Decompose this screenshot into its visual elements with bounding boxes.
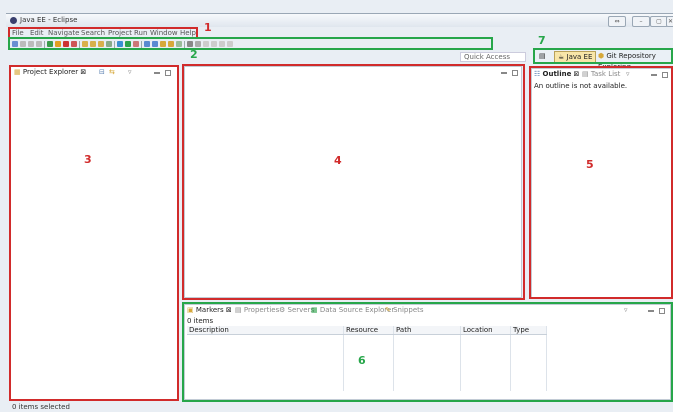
window-title: Java EE - Eclipse (20, 16, 78, 24)
outline-highlight (529, 66, 673, 299)
window-titlebar: Java EE - Eclipse ⇔ – ▢ ✕ (6, 13, 673, 27)
restore-icon[interactable]: ⇔ (608, 16, 626, 27)
annotation-5: 5 (586, 158, 594, 171)
annotation-7: 7 (538, 34, 546, 47)
markers-highlight (182, 302, 673, 402)
annotation-4: 4 (334, 154, 342, 167)
annotation-6: 6 (358, 354, 366, 367)
annotation-1: 1 (204, 21, 212, 34)
toolbar-highlight (8, 37, 493, 50)
status-bar: 0 items selected (6, 402, 673, 412)
eclipse-logo-icon (10, 17, 17, 24)
annotation-3: 3 (84, 153, 92, 166)
perspective-highlight (533, 48, 673, 64)
editor-highlight (182, 64, 525, 300)
quick-access-field[interactable]: Quick Access (460, 52, 526, 62)
project-explorer-highlight (9, 65, 179, 401)
annotation-2: 2 (190, 48, 198, 61)
close-button[interactable]: ✕ (666, 16, 673, 27)
minimize-button[interactable]: – (632, 16, 650, 27)
